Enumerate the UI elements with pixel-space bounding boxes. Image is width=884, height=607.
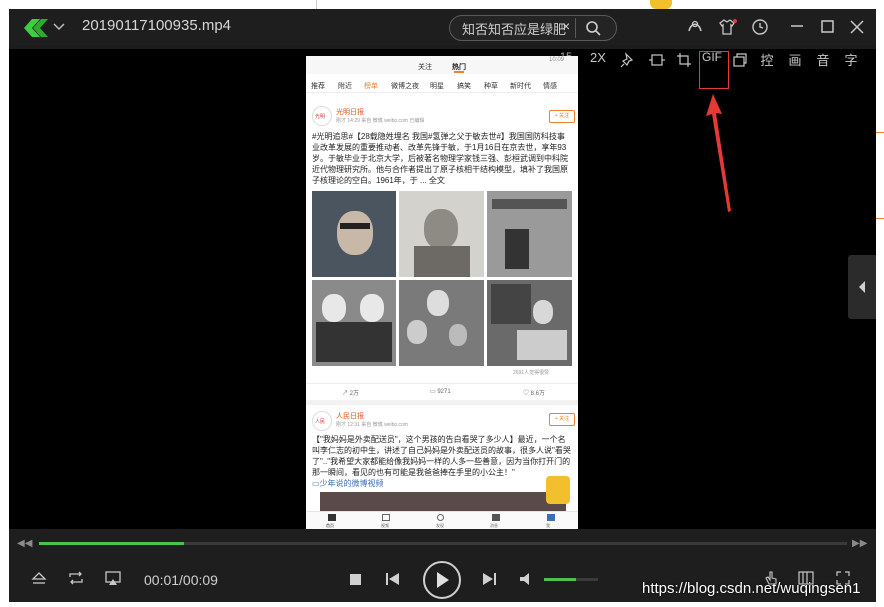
post-meta: 刚才 14:29 来自 微博 weibo.com 已编辑 [336,118,425,124]
loop-icon[interactable] [68,571,84,585]
post-author: 光明日报 [336,109,364,116]
stop-icon[interactable] [350,574,361,585]
play-icon [437,572,449,588]
eject-icon[interactable] [31,570,47,586]
category-item: 榜单 [364,83,378,90]
post-text: #光明追思#【28载隐姓埋名 我国#氢弹之父于敏去世#】我国国防科技事业改革发展… [312,132,568,185]
category-item: 推荐 [311,83,325,90]
chevron-left-icon [859,281,865,293]
post-likes-note: 2691人觉得很赞 [513,370,550,376]
background-line [876,218,884,219]
close-icon[interactable] [850,20,864,34]
time-display: 00:01/00:09 [144,572,218,588]
background-line [876,132,884,133]
discover-icon [437,514,444,521]
volume-icon[interactable] [519,572,535,586]
post-author: 人民日报 [336,413,364,420]
category-row: 推荐 附近 榜单 微博之夜 明星 搞笑 种草 新时代 情感 [306,76,578,93]
maximize-icon[interactable] [821,20,835,34]
next-icon[interactable] [481,572,497,586]
tab-underline [454,71,464,73]
repost-count: ↗ 2万 [342,391,360,397]
category-item: 微博之夜 [391,83,419,90]
seek-back-icon[interactable]: ◀◀ [17,538,32,549]
background-divider [316,0,317,9]
video-icon [382,514,390,521]
subtitle-button[interactable]: 字 [840,50,862,69]
annotation-arrow [706,94,731,212]
progress-track[interactable] [39,542,847,545]
phone-bottom-nav: 首页 视频 发现 消息 我 [306,511,578,530]
share-icon[interactable] [686,18,704,36]
crop-icon[interactable] [676,52,692,68]
window-mode-icon[interactable] [732,52,748,68]
watermark-text: https://blog.csdn.net/wuqingsen1 [642,580,861,597]
audio-button[interactable]: 音 [812,50,834,69]
search-icon[interactable] [585,20,601,36]
messages-icon [492,514,500,521]
aspect-ratio-icon[interactable] [648,52,666,68]
post-photo [399,191,484,277]
chevron-down-icon[interactable] [53,23,65,31]
category-item: 新时代 [510,83,531,90]
file-title: 20190117100935.mp4 [82,17,232,34]
pin-icon[interactable] [620,52,636,68]
comment-count: ▭ 9271 [430,389,451,395]
post-photo [312,191,396,277]
category-item: 明星 [430,83,444,90]
screen-cast-icon[interactable] [105,570,121,586]
side-panel-toggle[interactable] [848,255,876,319]
post-separator [306,400,578,405]
follow-button: + 关注 [549,413,575,426]
me-icon [547,514,555,521]
player-logo-icon[interactable] [20,17,50,39]
avatar: 光明 [312,106,332,126]
status-time: 10:09 [549,57,565,63]
gif-highlight-box [699,51,729,89]
progress-fill [39,542,185,545]
video-link: ▭少年说的微博视频 [312,479,384,488]
history-clock-icon[interactable] [751,18,769,36]
seek-forward-icon[interactable]: ▶▶ [852,538,867,549]
picture-button[interactable]: 画 [784,50,806,69]
background-badge [650,0,672,9]
post-text: 【"我妈妈是外卖配送员"，这个男孩的告白看哭了多少人】最近，一个名叫李仁志的初中… [312,435,571,477]
follow-button: + 关注 [549,110,575,123]
category-item: 搞笑 [457,83,471,90]
post-video-thumbnail [320,492,566,512]
tab-follow: 关注 [418,64,432,71]
post-photo [487,280,572,366]
video-player-window: 20190117100935.mp4 知否知否应是绿肥 × 2X GIF 控 画… [9,9,876,602]
post-photo [399,280,484,366]
search-clear-button[interactable]: × [562,18,570,34]
home-icon [328,514,336,521]
post-photo [312,280,396,366]
minimize-icon[interactable] [790,19,804,33]
category-item: 种草 [484,83,498,90]
control-button[interactable]: 控 [756,50,778,69]
phone-header: 10:09 关注 热门 [306,56,578,74]
previous-icon[interactable] [385,572,401,586]
play-button[interactable] [423,561,461,599]
video-frame-phone: 10:09 关注 热门 推荐 附近 榜单 微博之夜 明星 搞笑 种草 新时代 情… [306,56,578,530]
post-meta: 刚才 12:31 来自 微博 weibo.com [336,422,408,428]
post-photo [487,191,572,277]
search-input[interactable]: 知否知否应是绿肥 [462,19,566,38]
title-bar: 20190117100935.mp4 知否知否应是绿肥 × [9,9,876,45]
like-count: ♡ 8.6万 [523,391,546,397]
red-packet-badge [546,476,570,504]
search-divider [575,18,576,38]
post-action-bar: ↗ 2万 ▭ 9271 ♡ 8.6万 [306,383,578,400]
avatar: 人民 [312,411,332,431]
search-box[interactable]: 知否知否应是绿肥 × [449,15,617,41]
category-item: 情感 [543,83,557,90]
skin-icon[interactable] [718,18,738,36]
volume-fill [544,578,577,581]
volume-slider[interactable] [544,578,598,581]
category-item: 附近 [338,83,352,90]
speed-button[interactable]: 2X [587,50,609,65]
